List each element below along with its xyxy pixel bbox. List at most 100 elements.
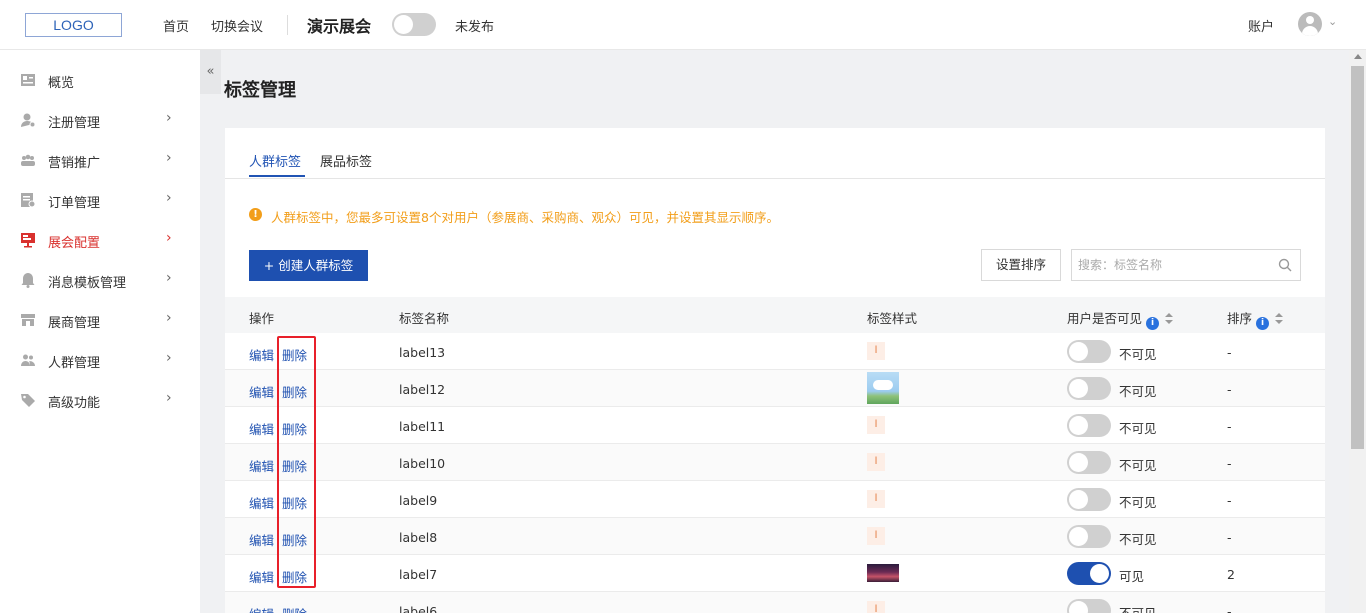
- column-header-style: 标签样式: [867, 311, 918, 326]
- event-name: 演示展会: [307, 17, 372, 36]
- tag-name: label13: [399, 345, 446, 360]
- delete-link[interactable]: 删除: [282, 345, 307, 364]
- chevron-right-icon: ›: [166, 270, 172, 286]
- column-header-order[interactable]: 排序 i: [1227, 308, 1284, 330]
- toggle-knob: [1069, 416, 1088, 435]
- visibility-text: 不可见: [1119, 458, 1157, 473]
- page-title: 标签管理: [224, 80, 296, 101]
- sidebar-item-marketing[interactable]: 营销推广 ›: [0, 140, 200, 180]
- delete-link[interactable]: 删除: [282, 567, 307, 586]
- order-icon: [21, 193, 36, 208]
- edit-link[interactable]: 编辑: [249, 493, 274, 512]
- account-label[interactable]: 账户: [1248, 16, 1274, 35]
- tabs-divider: [225, 178, 1325, 179]
- visibility-toggle[interactable]: [1067, 599, 1111, 613]
- chevron-down-icon[interactable]: ⌄: [1328, 15, 1337, 28]
- publish-toggle-knob: [394, 15, 413, 34]
- avatar-icon[interactable]: [1298, 12, 1322, 36]
- table-row: 编辑 删除 label8 l 不可见 -: [225, 518, 1325, 555]
- table-row: 编辑删除 label6 l 不可见 -: [225, 592, 1325, 613]
- sidebar-item-orders[interactable]: 订单管理 ›: [0, 180, 200, 220]
- visibility-text: 可见: [1119, 569, 1145, 584]
- nav-switch-meeting-link[interactable]: 切换会议: [211, 16, 263, 35]
- edit-link[interactable]: 编辑: [249, 530, 274, 549]
- edit-link[interactable]: 编辑: [249, 345, 274, 364]
- order-value: -: [1227, 456, 1232, 471]
- delete-link[interactable]: 删除: [282, 456, 307, 475]
- chevron-right-icon: ›: [166, 190, 172, 206]
- sidebar-item-exhibitors[interactable]: 展商管理 ›: [0, 300, 200, 340]
- table-row: 编辑 删除 label10 l 不可见 -: [225, 444, 1325, 481]
- sidebar-collapse-button[interactable]: «: [200, 50, 221, 94]
- delete-link[interactable]: 删除: [282, 604, 307, 613]
- sidebar-item-groups[interactable]: 人群管理 ›: [0, 340, 200, 380]
- tag-icon: [21, 394, 35, 407]
- nav-home-link[interactable]: 首页: [163, 16, 189, 35]
- edit-link[interactable]: 编辑: [249, 382, 274, 401]
- top-header: LOGO 首页 切换会议 演示展会 未发布 账户 ⌄: [0, 0, 1366, 50]
- column-header-visible[interactable]: 用户是否可见 i: [1067, 308, 1174, 330]
- edit-link[interactable]: 编辑: [249, 567, 274, 586]
- info-icon[interactable]: i: [1146, 317, 1160, 330]
- delete-link[interactable]: 删除: [282, 530, 307, 549]
- table-row: 编辑 删除 label12 不可见 -: [225, 370, 1325, 407]
- sort-icon[interactable]: [1165, 313, 1174, 324]
- warning-icon: !: [249, 208, 262, 221]
- sidebar-item-label: 展会配置: [48, 236, 101, 251]
- scroll-up-arrow-icon[interactable]: [1354, 54, 1362, 59]
- sidebar-item-advanced[interactable]: 高级功能 ›: [0, 380, 200, 420]
- scrollbar[interactable]: [1349, 50, 1366, 613]
- visibility-toggle[interactable]: [1067, 451, 1111, 474]
- tag-style-chip: l: [867, 601, 885, 613]
- tab-exhibit-tags[interactable]: 展品标签: [320, 151, 372, 170]
- edit-link[interactable]: 编辑: [249, 419, 274, 438]
- visibility-toggle[interactable]: [1067, 340, 1111, 363]
- edit-link[interactable]: 编辑: [249, 456, 274, 475]
- visibility-toggle[interactable]: [1067, 488, 1111, 511]
- search-icon[interactable]: [1278, 258, 1292, 272]
- sidebar: 概览 注册管理 › 营销推广 › 订单管理 › 展会配置 › 消息模板管理 › …: [0, 50, 200, 613]
- delete-link[interactable]: 删除: [282, 419, 307, 438]
- store-icon: [21, 314, 35, 326]
- sidebar-item-registration[interactable]: 注册管理 ›: [0, 100, 200, 140]
- sidebar-item-label: 展商管理: [48, 316, 101, 331]
- visibility-toggle[interactable]: [1067, 377, 1111, 400]
- scroll-thumb[interactable]: [1351, 66, 1364, 449]
- tag-name: label6: [399, 604, 438, 613]
- order-value: 2: [1227, 567, 1235, 582]
- table-row: 编辑 删除 label9 l 不可见 -: [225, 481, 1325, 518]
- publish-status: 未发布: [455, 20, 495, 35]
- sidebar-item-label: 注册管理: [48, 116, 101, 131]
- set-sort-button[interactable]: 设置排序: [981, 249, 1061, 281]
- chevron-right-icon: ›: [166, 310, 172, 326]
- delete-link[interactable]: 删除: [282, 493, 307, 512]
- toggle-knob: [1069, 601, 1088, 613]
- tag-name: label11: [399, 419, 446, 434]
- info-icon[interactable]: i: [1256, 317, 1270, 330]
- search-box: [1071, 249, 1301, 281]
- sort-icon[interactable]: [1275, 313, 1284, 324]
- visibility-toggle[interactable]: [1067, 525, 1111, 548]
- delete-link[interactable]: 删除: [282, 382, 307, 401]
- tab-crowd-tags[interactable]: 人群标签: [249, 151, 301, 170]
- order-value: -: [1227, 345, 1232, 360]
- chevron-right-icon: ›: [166, 350, 172, 366]
- order-value: -: [1227, 493, 1232, 508]
- edit-link[interactable]: 编辑: [249, 604, 274, 613]
- order-value: -: [1227, 530, 1232, 545]
- tag-name: label9: [399, 493, 438, 508]
- sidebar-item-label: 高级功能: [48, 396, 101, 411]
- sidebar-item-event-config[interactable]: 展会配置 ›: [0, 220, 200, 260]
- tag-style-image: [867, 372, 899, 404]
- create-crowd-tag-button[interactable]: + 创建人群标签: [249, 250, 368, 281]
- sidebar-item-overview[interactable]: 概览: [0, 60, 200, 100]
- publish-toggle[interactable]: [392, 13, 436, 36]
- notice-text: 人群标签中，您最多可设置8个对用户（参展商、采购商、观众）可见，并设置其显示顺序…: [271, 210, 779, 225]
- search-input[interactable]: [1078, 250, 1268, 280]
- sidebar-item-label: 概览: [48, 76, 75, 91]
- tag-name: label10: [399, 456, 446, 471]
- tag-name: label12: [399, 382, 446, 397]
- sidebar-item-message-templates[interactable]: 消息模板管理 ›: [0, 260, 200, 300]
- visibility-toggle[interactable]: [1067, 562, 1111, 585]
- visibility-toggle[interactable]: [1067, 414, 1111, 437]
